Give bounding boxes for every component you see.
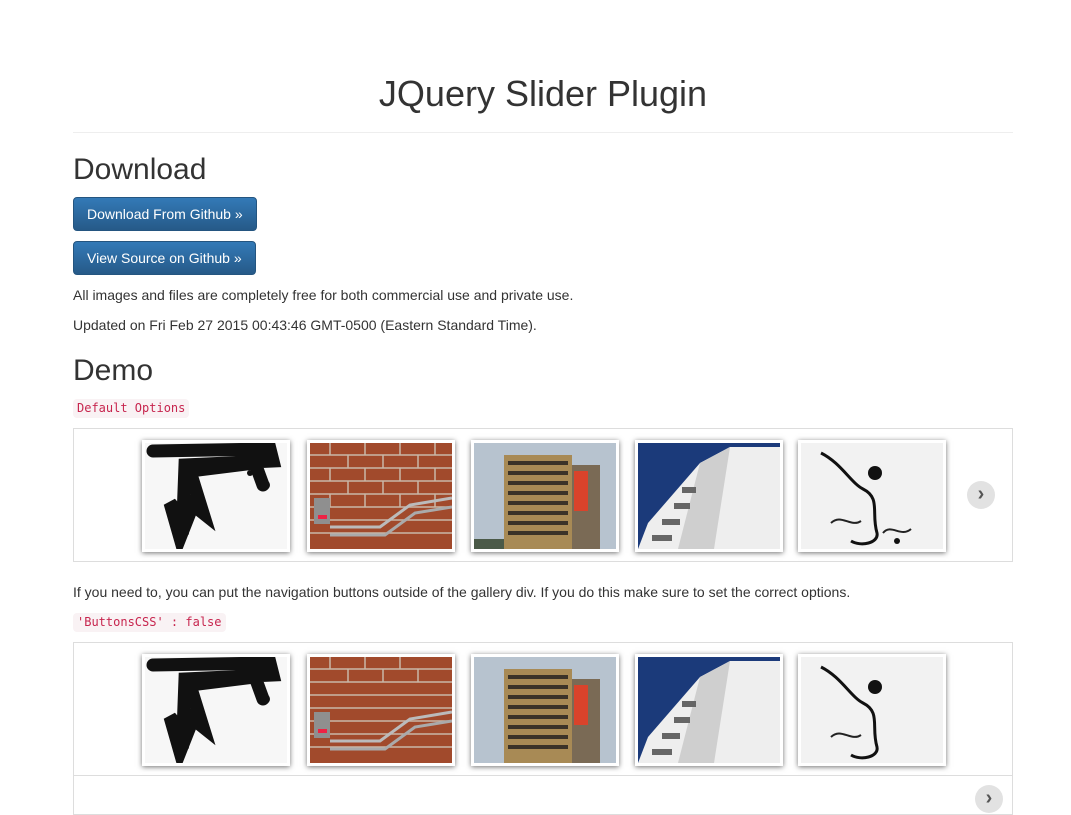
demo-heading: Demo (73, 354, 154, 387)
chevron-right-icon[interactable]: › (975, 785, 1003, 813)
thumbnail-ink-splash[interactable] (798, 440, 946, 552)
gallery-nav-footer: › (73, 775, 1013, 815)
page-header: JQuery Slider Plugin (73, 0, 1013, 133)
thumbnail-white-tower[interactable] (635, 654, 783, 766)
thumbnail-brick-wall[interactable] (307, 440, 455, 552)
thumbnail-building[interactable] (471, 440, 619, 552)
thumbnail-white-tower[interactable] (635, 440, 783, 552)
outside-buttons-text: If you need to, you can put the navigati… (73, 584, 851, 600)
page-title: JQuery Slider Plugin (378, 73, 708, 114)
thumbnail-building[interactable] (471, 654, 619, 766)
gallery-outside-buttons (73, 642, 1013, 776)
view-source-button[interactable]: View Source on Github » (73, 241, 256, 275)
thumbnail-graffiti[interactable] (142, 654, 290, 766)
thumbnail-brick-wall[interactable] (307, 654, 455, 766)
download-from-github-button[interactable]: Download From Github » (73, 197, 257, 231)
default-options-code: Default Options (73, 399, 190, 418)
license-text: All images and files are completely free… (73, 287, 574, 303)
thumbnail-ink-splash[interactable] (798, 654, 946, 766)
gallery-default: › (73, 428, 1013, 562)
main-container: JQuery Slider Plugin Download Download F… (73, 0, 1013, 815)
chevron-right-icon[interactable]: › (967, 481, 995, 509)
download-heading: Download (73, 153, 207, 186)
buttons-css-code: 'ButtonsCSS' : false (73, 613, 226, 632)
thumbnail-graffiti[interactable] (142, 440, 290, 552)
updated-text: Updated on Fri Feb 27 2015 00:43:46 GMT-… (73, 317, 537, 333)
